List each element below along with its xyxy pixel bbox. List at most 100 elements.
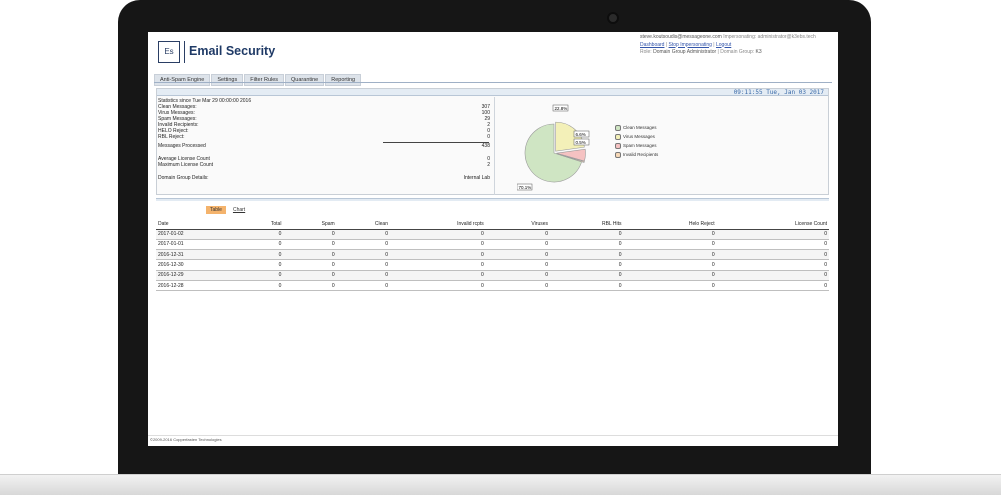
table-cell-value: 0 [283, 249, 337, 261]
table-cell-value: 0 [336, 259, 390, 271]
col-spam[interactable]: Spam [283, 215, 337, 230]
table-cell-value: 0 [716, 229, 829, 240]
table-cell-value: 0 [238, 239, 284, 251]
table-cell-value: 0 [716, 270, 829, 281]
table-cell-value: 0 [623, 270, 717, 281]
stats-row-processed: Messages Processed 438 [158, 143, 490, 149]
impersonating-label: Impersonating: [723, 34, 757, 40]
logo-mark: Es [158, 41, 180, 63]
table-cell-date: 2016-12-30 [156, 259, 238, 271]
tab-anti-spam-engine[interactable]: Anti-Spam Engine [154, 74, 211, 86]
col-clean[interactable]: Clean [336, 215, 390, 230]
section-divider [156, 198, 829, 201]
statistics-summary: Statistics since Tue Mar 29 00:00:00 201… [157, 97, 495, 195]
col-date[interactable]: Date [156, 215, 238, 230]
table-cell-value: 0 [238, 229, 284, 240]
table-row: 2017-01-01 0 0 0 0 0 0 0 0 [156, 239, 829, 251]
table-cell-value: 0 [485, 229, 551, 240]
legend-swatch [615, 151, 621, 158]
table-cell-value: 0 [283, 239, 337, 251]
table-cell-value: 0 [623, 280, 717, 292]
table-cell-value: 0 [623, 239, 717, 251]
col-viruses[interactable]: Viruses [485, 215, 551, 230]
table-cell-value: 0 [389, 270, 486, 281]
logout-link[interactable]: Logout [716, 42, 731, 48]
col-helo-reject[interactable]: Helo Reject [623, 215, 717, 230]
table-cell-value: 0 [238, 270, 284, 281]
table-cell-value: 0 [485, 259, 551, 271]
legend-swatch [615, 133, 621, 140]
daily-stats-table: Date Total Spam Clean Invalid rcpts Viru… [156, 215, 829, 292]
legend-swatch [615, 142, 621, 149]
table-cell-value: 0 [716, 239, 829, 251]
domain-group-label: Domain Group: [720, 49, 755, 55]
tab-reporting[interactable]: Reporting [325, 74, 362, 86]
legend-swatch [615, 124, 621, 131]
table-cell-date: 2016-12-28 [156, 280, 238, 292]
footer-divider [148, 435, 838, 436]
stats-row-max-license: Maximum License Count 2 [158, 162, 490, 168]
clock: 09:11:55 Tue, Jan 03 2017 [733, 89, 824, 96]
table-cell-value: 0 [550, 249, 624, 261]
table-cell-value: 0 [336, 249, 390, 261]
stop-impersonating-link[interactable]: Stop Impersonating [669, 42, 712, 48]
table-cell-value: 0 [389, 239, 486, 251]
table-cell-value: 0 [389, 229, 486, 240]
pie-slice-label: 70.1% [517, 183, 533, 191]
col-rbl-hits[interactable]: RBL Hits [550, 215, 624, 230]
table-cell-date: 2016-12-29 [156, 270, 238, 281]
table-row: 2017-01-02 0 0 0 0 0 0 0 0 [156, 229, 829, 240]
user-info: steve.koutsoudis@messageone.com Imperson… [640, 34, 816, 55]
app-header: Es Email Security steve.koutsoudis@messa… [148, 32, 838, 72]
table-cell-value: 0 [238, 280, 284, 292]
table-cell-value: 0 [485, 239, 551, 251]
table-view-tab[interactable]: Table [206, 206, 226, 214]
stats-row-domain-group: Domain Group Details: Internal Lab [158, 175, 490, 181]
table-cell-value: 0 [623, 249, 717, 261]
table-cell-value: 0 [336, 229, 390, 240]
svg-text:70.1%: 70.1% [519, 185, 532, 190]
chart-view-tab[interactable]: Chart [229, 206, 249, 214]
col-invalid-rcpts[interactable]: Invalid rcpts [389, 215, 486, 230]
table-cell-value: 0 [336, 270, 390, 281]
tab-settings[interactable]: Settings [211, 74, 244, 86]
table-row: 2016-12-29 0 0 0 0 0 0 0 0 [156, 270, 829, 281]
table-cell-value: 0 [336, 280, 390, 292]
pie-legend: Clean Messages Virus Messages Spam Messa… [615, 123, 658, 159]
table-cell-value: 0 [389, 249, 486, 261]
app-screen: Es Email Security steve.koutsoudis@messa… [148, 32, 838, 446]
pie-slice-label: 22.8% [552, 104, 569, 112]
impersonating-value: administrator@k3ebs.tech [757, 34, 816, 40]
table-cell-value: 0 [283, 270, 337, 281]
table-cell-date: 2016-12-31 [156, 249, 238, 261]
copyright-footer: ©2009-2016 Copperfasten Technologies [150, 437, 222, 442]
legend-item: Virus Messages [615, 132, 658, 141]
view-toggle: Table Chart [206, 206, 249, 214]
col-total[interactable]: Total [238, 215, 284, 230]
table-cell-value: 0 [283, 259, 337, 271]
role-label: Role: [640, 49, 652, 55]
table-cell-value: 0 [389, 280, 486, 292]
svg-text:22.8%: 22.8% [555, 106, 568, 111]
legend-item: Invalid Recipients [615, 150, 658, 159]
table-cell-date: 2017-01-01 [156, 239, 238, 251]
table-cell-value: 0 [716, 259, 829, 271]
table-cell-value: 0 [623, 229, 717, 240]
pie-slice-label: 0.5% [573, 138, 590, 146]
table-cell-value: 0 [550, 259, 624, 271]
table-cell-value: 0 [550, 229, 624, 240]
table-row: 2016-12-28 0 0 0 0 0 0 0 0 [156, 280, 829, 292]
table-cell-value: 0 [485, 249, 551, 261]
pie-slice-label: 6.6% [573, 130, 590, 138]
legend-item: Spam Messages [615, 141, 658, 150]
tab-filter-rules[interactable]: Filter Rules [244, 74, 285, 86]
col-license-count[interactable]: License Count [716, 215, 829, 230]
dashboard-link[interactable]: Dashboard [640, 42, 664, 48]
svg-text:6.6%: 6.6% [576, 132, 586, 137]
main-tabs: Anti-Spam Engine Settings Filter Rules Q… [154, 74, 362, 86]
table-cell-value: 0 [283, 280, 337, 292]
statistics-header-bar: 09:11:55 Tue, Jan 03 2017 [157, 89, 828, 96]
table-cell-value: 0 [550, 270, 624, 281]
table-cell-value: 0 [389, 259, 486, 271]
tab-quarantine[interactable]: Quarantine [285, 74, 325, 86]
